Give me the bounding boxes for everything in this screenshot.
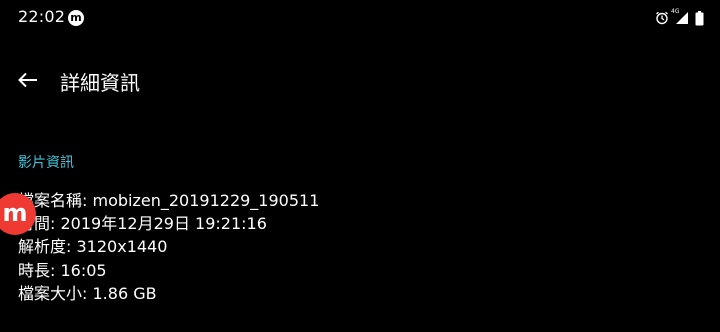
- alarm-icon: [655, 11, 669, 25]
- detail-row-resolution: 解析度: 3120x1440: [18, 235, 319, 258]
- detail-value: mobizen_20191229_190511: [92, 191, 320, 210]
- detail-row-filename: 檔案名稱: mobizen_20191229_190511: [18, 189, 319, 212]
- detail-label: 時長:: [18, 260, 56, 280]
- status-icons: 4G: [655, 8, 704, 27]
- detail-row-filesize: 檔案大小: 1.86 GB: [18, 282, 319, 305]
- detail-label: 解析度:: [18, 237, 72, 257]
- detail-value: 1.86 GB: [92, 283, 157, 303]
- detail-label: 檔案大小:: [18, 283, 88, 303]
- app-bar: 詳細資訊: [0, 56, 720, 104]
- detail-value: 16:05: [60, 260, 107, 280]
- detail-list: 檔案名稱: mobizen_20191229_190511 時間: 2019年1…: [18, 189, 319, 305]
- detail-value: 2019年12月29日 19:21:16: [60, 214, 267, 234]
- detail-row-duration: 時長: 16:05: [18, 259, 319, 282]
- page-title: 詳細資訊: [60, 71, 140, 95]
- mobizen-logo-icon: m: [2, 199, 28, 227]
- status-time: 22:02: [18, 7, 66, 26]
- mobizen-notification-icon: m: [68, 10, 84, 26]
- signal-icon: 4G: [671, 8, 689, 25]
- back-button[interactable]: [10, 62, 46, 98]
- mobizen-floating-button[interactable]: m: [0, 193, 36, 235]
- section-title: 影片資訊: [18, 155, 74, 171]
- network-type-label: 4G: [671, 8, 680, 15]
- detail-value: 3120x1440: [76, 237, 168, 257]
- status-bar: 22:02 m 4G: [0, 0, 720, 36]
- battery-icon: [695, 10, 704, 26]
- detail-row-time: 時間: 2019年12月29日 19:21:16: [18, 212, 319, 235]
